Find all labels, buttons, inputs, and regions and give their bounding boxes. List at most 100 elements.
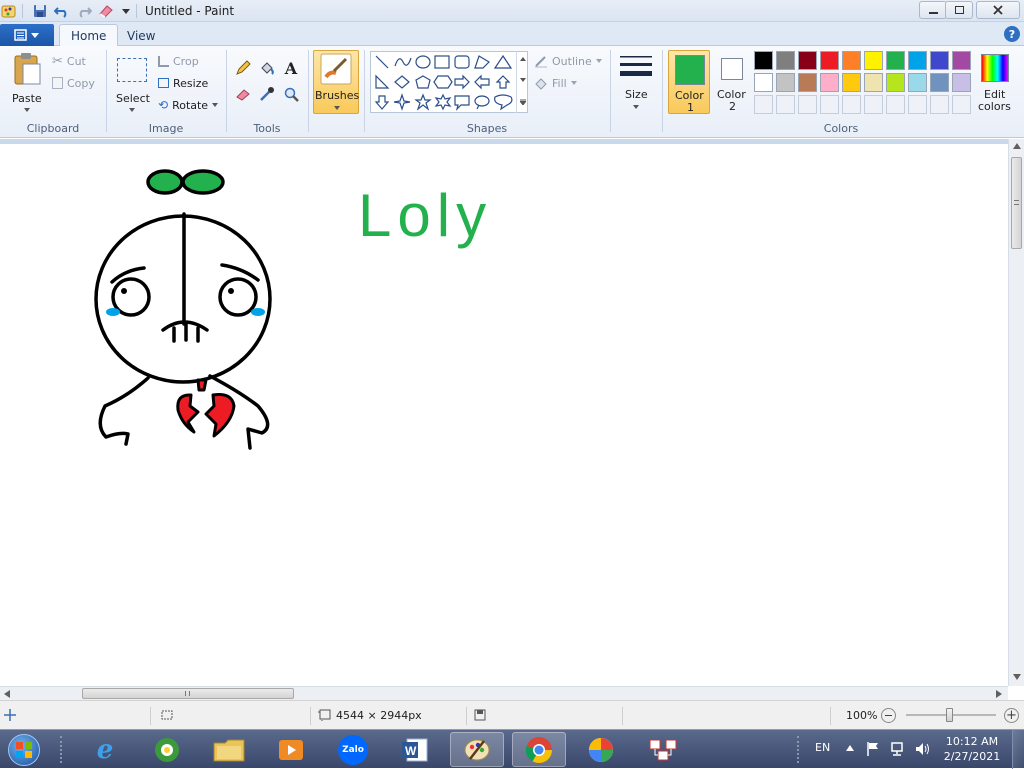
scroll-left-icon: [4, 690, 10, 698]
file-menu-button[interactable]: [0, 24, 54, 46]
palette-swatch[interactable]: [842, 51, 861, 70]
file-explorer-icon[interactable]: [202, 732, 256, 767]
crop-button[interactable]: Crop: [158, 52, 199, 70]
image-group-label: Image: [148, 122, 184, 135]
shapes-gallery[interactable]: [370, 51, 528, 113]
rotate-button[interactable]: ⟲ Rotate: [158, 96, 219, 114]
redo-icon[interactable]: [75, 2, 93, 20]
coccoc-browser-icon[interactable]: [140, 732, 194, 767]
show-desktop-button[interactable]: [1012, 730, 1024, 769]
maximize-button[interactable]: [945, 1, 973, 19]
zoom-out-button[interactable]: [881, 708, 896, 723]
palette-swatch[interactable]: [820, 73, 839, 92]
copy-button[interactable]: Copy: [52, 74, 95, 92]
save-icon[interactable]: [31, 2, 49, 20]
fill-button[interactable]: Fill: [534, 75, 577, 91]
paint-icon[interactable]: [450, 732, 504, 767]
volume-icon[interactable]: [914, 741, 930, 757]
zoom-slider-thumb[interactable]: [946, 708, 953, 722]
word-icon[interactable]: W: [388, 732, 442, 767]
fill-bucket-icon[interactable]: [257, 58, 277, 78]
palette-custom-slot[interactable]: [776, 95, 795, 114]
horizontal-scrollbar[interactable]: [0, 686, 1008, 700]
palette-custom-slot[interactable]: [864, 95, 883, 114]
close-button[interactable]: [976, 1, 1020, 19]
cut-button[interactable]: ✂ Cut: [52, 52, 86, 70]
palette-swatch[interactable]: [886, 73, 905, 92]
dropdown-icon[interactable]: [117, 2, 135, 20]
brushes-button[interactable]: Brushes: [313, 50, 359, 114]
palette-swatch[interactable]: [930, 73, 949, 92]
size-button[interactable]: Size: [616, 50, 656, 114]
palette-swatch[interactable]: [952, 51, 971, 70]
palette-custom-slot[interactable]: [798, 95, 817, 114]
palette-custom-slot[interactable]: [952, 95, 971, 114]
color-app-icon[interactable]: [574, 732, 628, 767]
edit-colors-button[interactable]: Edit colors: [975, 50, 1015, 116]
palette-swatch[interactable]: [842, 73, 861, 92]
minimize-button[interactable]: [919, 1, 947, 19]
paint-app-icon[interactable]: [0, 2, 18, 20]
network-app-icon[interactable]: [636, 732, 690, 767]
palette-swatch[interactable]: [930, 51, 949, 70]
palette-custom-slot[interactable]: [842, 95, 861, 114]
palette-swatch[interactable]: [864, 73, 883, 92]
undo-icon[interactable]: [53, 2, 71, 20]
rotate-icon: ⟲: [158, 98, 169, 112]
vertical-scrollbar[interactable]: [1008, 139, 1024, 686]
palette-swatch[interactable]: [776, 73, 795, 92]
eraser-icon[interactable]: [97, 2, 115, 20]
outline-button[interactable]: Outline: [534, 53, 602, 69]
palette-custom-slot[interactable]: [886, 95, 905, 114]
palette-swatch[interactable]: [798, 73, 817, 92]
action-center-flag-icon[interactable]: [866, 741, 880, 757]
palette-custom-slot[interactable]: [930, 95, 949, 114]
magnifier-icon[interactable]: [281, 84, 301, 104]
palette-custom-slot[interactable]: [908, 95, 927, 114]
workspace: Loly: [0, 139, 1008, 686]
horizontal-scroll-thumb[interactable]: [82, 688, 294, 699]
zalo-icon[interactable]: Zalo: [326, 732, 380, 767]
media-player-icon[interactable]: [264, 732, 318, 767]
palette-swatch[interactable]: [908, 51, 927, 70]
internet-explorer-icon[interactable]: e: [78, 732, 132, 767]
vertical-scroll-thumb[interactable]: [1011, 157, 1022, 249]
pencil-icon[interactable]: [233, 58, 253, 78]
palette-swatch[interactable]: [908, 73, 927, 92]
shapes-scroll[interactable]: [516, 51, 528, 113]
language-indicator[interactable]: EN: [815, 741, 830, 754]
network-status-icon[interactable]: [890, 741, 906, 757]
tab-view[interactable]: View: [116, 24, 166, 47]
zoom-in-button[interactable]: +: [1004, 708, 1019, 723]
chrome-icon[interactable]: [512, 732, 566, 767]
close-icon: [993, 5, 1003, 15]
color1-button[interactable]: Color 1: [668, 50, 710, 114]
paste-button[interactable]: Paste: [6, 50, 48, 116]
color-palette: [754, 51, 974, 117]
eraser-tool-icon[interactable]: [233, 84, 253, 104]
palette-swatch[interactable]: [754, 73, 773, 92]
palette-swatch[interactable]: [886, 51, 905, 70]
system-clock[interactable]: 10:12 AM 2/27/2021: [940, 734, 1004, 764]
show-hidden-icons[interactable]: [846, 745, 854, 751]
tab-home[interactable]: Home: [59, 24, 119, 47]
select-button[interactable]: Select: [112, 50, 152, 116]
color-picker-icon[interactable]: [257, 84, 277, 104]
palette-swatch[interactable]: [820, 51, 839, 70]
palette-swatch[interactable]: [754, 51, 773, 70]
palette-custom-slot[interactable]: [754, 95, 773, 114]
edit-colors-label-2: colors: [978, 100, 1011, 113]
drawing-canvas[interactable]: Loly: [0, 144, 1008, 686]
palette-custom-slot[interactable]: [820, 95, 839, 114]
help-icon[interactable]: ?: [1004, 26, 1020, 42]
windows-start-icon[interactable]: [4, 732, 44, 767]
palette-swatch[interactable]: [798, 51, 817, 70]
text-tool-icon[interactable]: A: [281, 58, 301, 78]
palette-swatch[interactable]: [776, 51, 795, 70]
copy-label: Copy: [67, 76, 95, 90]
color2-button[interactable]: Color 2: [713, 50, 751, 114]
zoom-level: 100%: [846, 709, 878, 722]
palette-swatch[interactable]: [952, 73, 971, 92]
resize-button[interactable]: Resize: [158, 74, 208, 92]
palette-swatch[interactable]: [864, 51, 883, 70]
